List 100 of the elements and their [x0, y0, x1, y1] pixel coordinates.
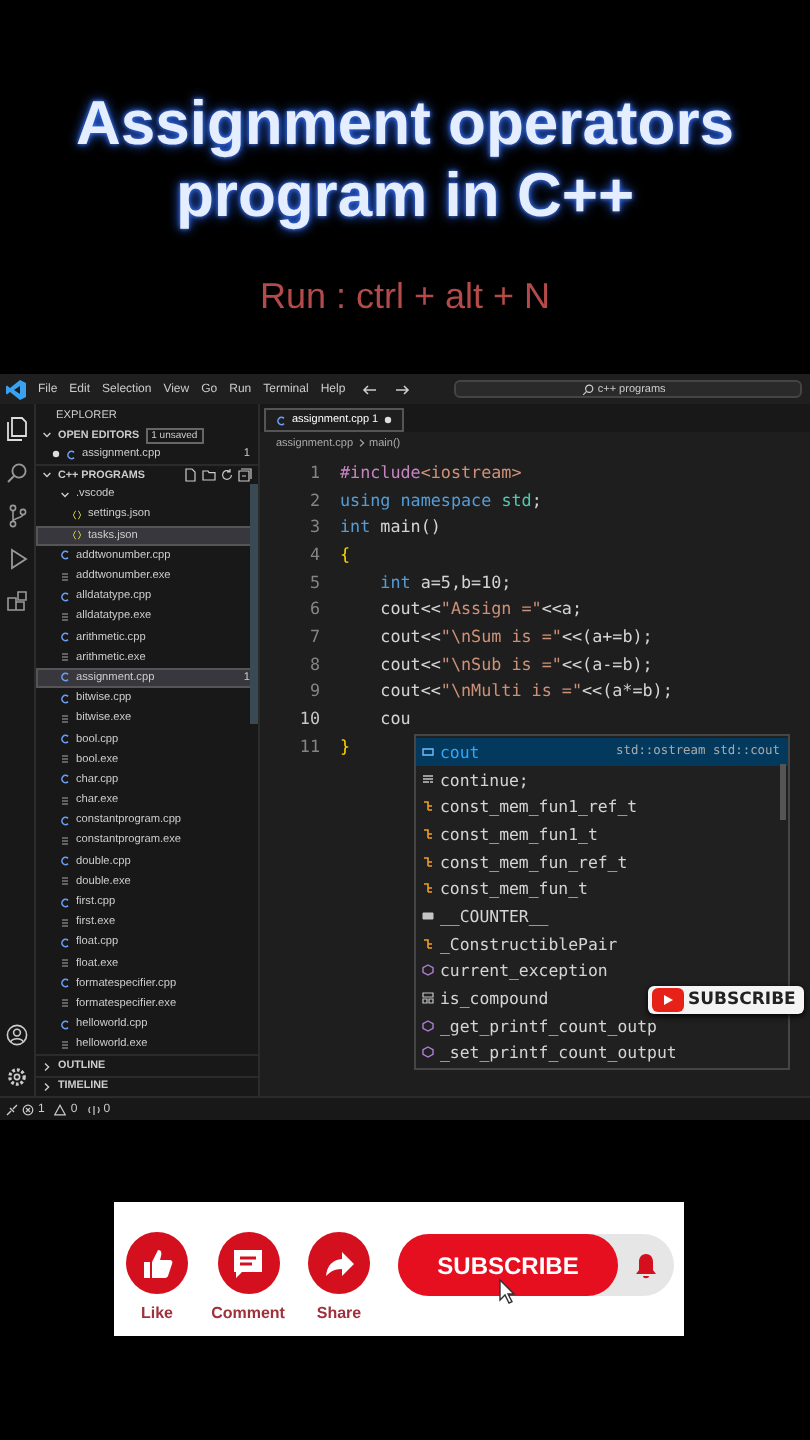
- cube-icon: [422, 1019, 434, 1032]
- subscribe-button[interactable]: SUBSCRIBE: [398, 1234, 618, 1296]
- branch-icon: [422, 827, 434, 840]
- suggestion-item[interactable]: const_mem_fun_ref_t: [416, 847, 636, 875]
- suggestion-item[interactable]: __COUNTER__: [416, 902, 557, 930]
- suggestion-item[interactable]: _set_printf_count_output: [416, 1039, 685, 1067]
- ring-file-icon: [60, 978, 70, 989]
- remote-icon[interactable]: [6, 1103, 18, 1115]
- box-icon: [422, 745, 434, 758]
- line-number: 5: [307, 571, 322, 592]
- code-line: #include<iostream>: [340, 461, 522, 482]
- braces-icon: [72, 509, 82, 520]
- line-number: 2: [307, 489, 322, 510]
- lines-file-icon: [60, 611, 70, 622]
- branch-icon: [422, 800, 434, 813]
- ring-file-icon: [60, 774, 70, 785]
- lines-file-icon: [60, 998, 70, 1009]
- subscribe-sticker: SUBSCRIBE: [648, 986, 804, 1014]
- lines-file-icon: [60, 917, 70, 928]
- suggestion-item[interactable]: continue;: [416, 765, 537, 793]
- action-button[interactable]: [308, 1232, 370, 1294]
- lines-file-icon: [60, 754, 70, 765]
- suggestion-item[interactable]: _get_printf_count_outp: [416, 1011, 665, 1040]
- line-number: 7: [307, 625, 322, 646]
- line-number: 11: [297, 735, 322, 756]
- chevron-icon: [357, 438, 366, 448]
- grid-icon: [422, 992, 434, 1005]
- settings-icon[interactable]: [6, 1066, 28, 1088]
- editor-logo-icon: [6, 379, 26, 399]
- search-icon: [581, 383, 594, 395]
- branch-icon: [422, 882, 434, 895]
- cube-icon: [422, 964, 434, 977]
- action-label: Comment: [211, 1304, 285, 1322]
- run-debug-icon[interactable]: [6, 548, 28, 570]
- refresh-icon[interactable]: [220, 468, 234, 483]
- code-line: using namespace std;: [340, 489, 542, 510]
- code-line: int a=5,b=10;: [378, 571, 512, 592]
- code-line: {: [340, 543, 351, 564]
- line-number: 9: [307, 680, 322, 701]
- account-icon[interactable]: [6, 1024, 28, 1046]
- code-line: int main(): [340, 516, 441, 537]
- suggestion-item[interactable]: _ConstructiblePair: [416, 929, 626, 957]
- comment-icon: [232, 1247, 264, 1279]
- source-control-icon[interactable]: [7, 504, 27, 528]
- action-label: Like: [140, 1304, 173, 1322]
- suggestion-item[interactable]: const_mem_fun1_ref_t: [416, 792, 646, 821]
- mouse-cursor-icon: [498, 1278, 516, 1304]
- suggestion-item[interactable]: const_mem_fun_t: [416, 874, 596, 903]
- line-number: 1: [307, 461, 322, 482]
- lines-file-icon: [60, 713, 70, 724]
- branch-icon: [422, 855, 434, 868]
- action-button[interactable]: [126, 1232, 188, 1294]
- warning-icon: [54, 1103, 67, 1115]
- lines-file-icon: [60, 571, 70, 581]
- line-number: 8: [307, 653, 322, 674]
- ring-file-icon: [60, 591, 70, 602]
- lines-file-icon: [60, 835, 70, 846]
- chevron-icon[interactable]: [42, 430, 52, 441]
- ring-file-icon: [60, 550, 70, 561]
- error-icon: [22, 1103, 34, 1115]
- ring-file-icon: [66, 449, 76, 460]
- suggestion-item[interactable]: current_exception: [416, 957, 616, 985]
- chevron-icon: [60, 489, 70, 500]
- cube-icon: [422, 1046, 434, 1059]
- thumbs-up-icon: [141, 1247, 173, 1279]
- antenna-icon: [87, 1103, 100, 1115]
- back-arrow-icon[interactable]: [361, 383, 378, 395]
- ring-file-icon: [276, 415, 286, 425]
- run-shortcut-text: Run : ctrl + alt + N: [259, 276, 551, 318]
- branch-icon: [422, 937, 434, 950]
- line-number: 3: [307, 516, 322, 537]
- lines-file-icon: [60, 958, 70, 969]
- new-folder-icon[interactable]: [202, 468, 216, 483]
- chevron-icon[interactable]: [42, 1081, 52, 1092]
- rectangle-icon: [422, 909, 434, 922]
- suggestion-item[interactable]: const_mem_fun1_t: [416, 820, 606, 848]
- ring-file-icon: [60, 1019, 70, 1030]
- chevron-icon[interactable]: [42, 1061, 52, 1072]
- line-number: 10: [297, 708, 322, 729]
- code-line: cout<<"\nMulti is ="<<(a*=b);: [378, 680, 673, 701]
- code-line: cout<<"Assign ="<<a;: [378, 598, 583, 619]
- code-line: cout<<"\nSum is ="<<(a+=b);: [378, 625, 653, 646]
- forward-arrow-icon[interactable]: [393, 383, 410, 395]
- video-title: program in C++: [175, 160, 635, 232]
- ring-file-icon: [60, 897, 70, 907]
- action-button[interactable]: [217, 1232, 279, 1294]
- ring-file-icon: [60, 856, 70, 867]
- extensions-icon[interactable]: [6, 590, 28, 612]
- suggestion-item[interactable]: is_compound: [416, 984, 557, 1012]
- lines-file-icon: [60, 795, 70, 806]
- files-icon[interactable]: [5, 416, 29, 442]
- bell-icon[interactable]: [634, 1251, 658, 1279]
- collapse-icon[interactable]: [238, 468, 252, 483]
- video-title: Assignment operators: [75, 88, 734, 160]
- action-label: Share: [316, 1304, 362, 1322]
- lines-file-icon: [60, 876, 70, 887]
- search-icon[interactable]: [6, 462, 28, 484]
- new-file-icon[interactable]: [184, 468, 198, 483]
- chevron-icon[interactable]: [42, 470, 52, 481]
- line-number: 6: [307, 598, 322, 619]
